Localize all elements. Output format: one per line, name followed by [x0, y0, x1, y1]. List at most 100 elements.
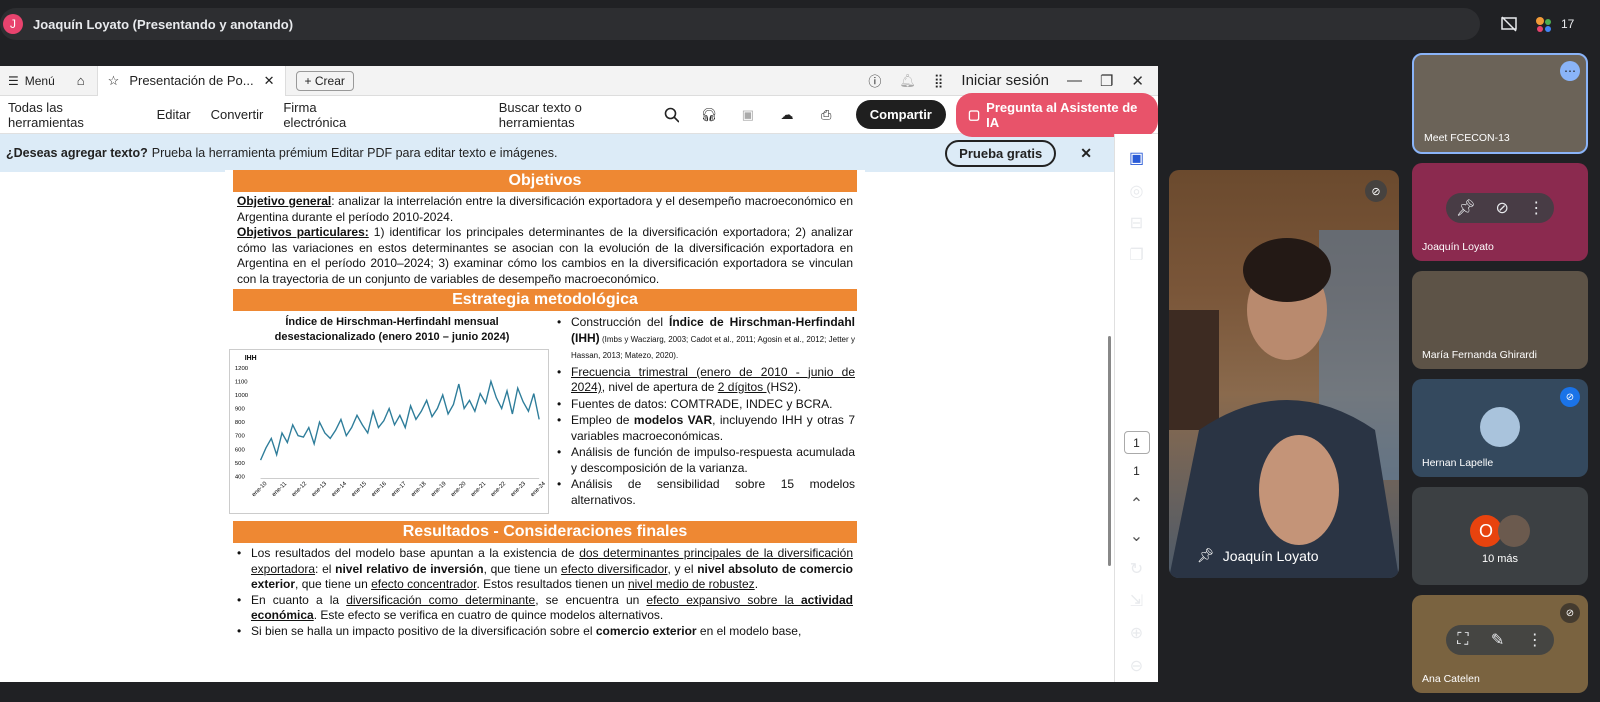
avatar — [1498, 515, 1530, 547]
x-tick-label: ene-21 — [470, 481, 487, 498]
presenter-banner-text: Joaquín Loyato (Presentando y anotando) — [33, 16, 294, 32]
more-options-icon[interactable]: ⋮ — [1528, 198, 1544, 218]
page-up-icon[interactable]: ⌃ — [1126, 494, 1148, 514]
ai-assistant-button[interactable]: ▢ Pregunta al Asistente de IA — [955, 92, 1158, 137]
restore-icon[interactable]: ❐ — [1100, 72, 1113, 90]
pin-icon: 📌︎ — [1197, 547, 1215, 563]
ihh-series-line — [259, 378, 540, 461]
refresh-icon[interactable]: ↻ — [1126, 559, 1148, 579]
x-tick-label: ene-13 — [311, 480, 329, 498]
zoom-in-icon[interactable]: ⊕ — [1126, 623, 1148, 643]
try-free-button[interactable]: Prueba gratis — [945, 139, 1057, 167]
ai-chat-icon: ▢ — [967, 106, 981, 122]
general-objective-label: Objetivo general — [237, 194, 332, 208]
toolbar-sign[interactable]: Firma electrónica — [283, 100, 378, 130]
upload-cloud-icon[interactable]: ☁ — [777, 105, 796, 125]
close-window-icon[interactable]: ✕ — [1131, 72, 1144, 90]
x-tick-label: ene-19 — [430, 481, 447, 498]
ihh-line-chart: IHH120011001000900800700600500400ene-10 e… — [229, 349, 549, 514]
ai-summary-icon[interactable]: ▣ — [1126, 148, 1148, 168]
methodology-header: Estrategia metodológica — [233, 289, 857, 311]
participant-tile-meet[interactable]: ⋯ Meet FCECON-13 — [1412, 53, 1588, 154]
present-off-icon[interactable] — [1497, 12, 1521, 36]
comment-icon[interactable]: ◎ — [1126, 180, 1148, 200]
right-tool-rail: ▣ ◎ ⊟ ❐ 1 1 ⌃ ⌄ ↻ ⇲ ⊕ ⊖ — [1114, 134, 1158, 682]
search-label: Buscar texto o herramientas — [498, 99, 582, 130]
document-tab[interactable]: ☆ Presentación de Po... ✕ — [96, 66, 286, 96]
save-icon[interactable]: ▣ — [738, 105, 757, 125]
x-tick-label: ene-15 — [351, 480, 369, 498]
more-participants-label: 10 más — [1481, 553, 1519, 565]
x-tick-label: ene-17 — [391, 481, 408, 498]
page-number-input[interactable]: 1 — [1123, 431, 1150, 454]
minimize-icon[interactable]: — — [1067, 72, 1082, 89]
bookmark-icon[interactable]: ⊟ — [1126, 213, 1148, 233]
x-tick-label: ene-14 — [331, 480, 349, 498]
star-icon[interactable]: ☆ — [108, 73, 120, 89]
tile-controls: ⛶ ✎ ⋮ — [1446, 625, 1554, 655]
participant-tile-joaquin[interactable]: 📌︎ ⊘ ⋮ Joaquín Loyato — [1412, 163, 1588, 261]
y-tick-label: 1000 — [235, 393, 249, 399]
frame-icon[interactable]: ⛶ — [1457, 631, 1468, 649]
result-item-3: Si bien se halla un impacto positivo de … — [237, 624, 853, 640]
x-tick-label: ene-24 — [530, 480, 548, 498]
participant-tile-more[interactable]: O 10 más — [1412, 487, 1588, 585]
scrollbar[interactable] — [1108, 336, 1111, 566]
more-options-icon[interactable]: ⋯ — [1560, 61, 1580, 81]
pin-icon[interactable]: 📌︎ — [1456, 198, 1476, 218]
toolbar-convert[interactable]: Convertir — [211, 107, 264, 122]
objectives-header: Objetivos — [233, 170, 857, 192]
banner-text: Prueba la herramienta prémium Editar PDF… — [151, 146, 558, 160]
bell-icon[interactable]: 🔔︎ — [899, 73, 916, 89]
fit-page-icon[interactable]: ⇲ — [1126, 591, 1148, 611]
participant-tile-hernan[interactable]: ⊘ Hernan Lapelle — [1412, 379, 1588, 477]
mic-off-icon[interactable]: ⊘ — [1495, 198, 1508, 218]
x-tick-label: ene-22 — [490, 481, 507, 498]
share-button[interactable]: Compartir — [855, 100, 946, 129]
toolbar-edit[interactable]: Editar — [157, 107, 191, 122]
search-tools[interactable]: Buscar texto o herramientas — [498, 99, 680, 130]
participant-tile-ana[interactable]: ⊘ ⛶ ✎ ⋮ Ana Catelen — [1412, 595, 1588, 693]
participant-name: Ana Catelen — [1422, 673, 1480, 685]
print-icon[interactable]: ⎙ — [817, 105, 836, 125]
close-banner-icon[interactable]: ✕ — [1080, 145, 1092, 162]
toolbar-all-tools[interactable]: Todas las herramientas — [8, 100, 137, 130]
participants-button[interactable]: 17 — [1533, 15, 1574, 33]
zoom-out-icon[interactable]: ⊖ — [1126, 656, 1148, 676]
method-item-5: Análisis de función de impulso-respuesta… — [555, 445, 855, 476]
x-tick-label: ene-11 — [271, 481, 288, 498]
headphones-icon[interactable]: 🎧︎ — [699, 105, 718, 125]
participant-name: Meet FCECON-13 — [1424, 132, 1510, 144]
main-speaker-video[interactable]: ⊘ 📌︎ Joaquín Loyato — [1169, 170, 1399, 578]
promo-banner: ¿Deseas agregar texto? Prueba la herrami… — [0, 134, 1158, 172]
particular-objectives-label: Objetivos particulares: — [237, 225, 369, 239]
close-tab-icon[interactable]: ✕ — [264, 73, 275, 89]
participant-name: Joaquín Loyato — [1422, 241, 1494, 253]
pdf-reader-window: ☰ Menú ⌂ ☆ Presentación de Po... ✕ + Cre… — [0, 66, 1158, 682]
page-down-icon[interactable]: ⌄ — [1126, 526, 1148, 546]
method-item-2: Frecuencia trimestral (enero de 2010 - j… — [555, 365, 855, 396]
search-icon — [664, 107, 680, 123]
menu-button[interactable]: ☰ Menú — [8, 74, 55, 88]
login-link[interactable]: Iniciar sesión — [961, 72, 1049, 89]
mic-off-icon: ⊘ — [1365, 180, 1387, 202]
more-options-icon[interactable]: ⋮ — [1527, 630, 1543, 650]
create-button[interactable]: + Crear — [295, 70, 354, 91]
mic-off-icon: ⊘ — [1560, 603, 1580, 623]
x-tick-label: ene-10 — [251, 480, 269, 498]
y-tick-label: 800 — [235, 420, 246, 426]
x-tick-label: ene-20 — [450, 480, 468, 498]
method-item-1: Construcción del Índice de Hirschman-Her… — [555, 315, 855, 364]
apps-grid-icon[interactable]: ⣿ — [934, 73, 944, 89]
y-tick-label: 500 — [235, 461, 246, 467]
y-tick-label: 1200 — [235, 366, 249, 372]
home-icon[interactable]: ⌂ — [77, 73, 85, 88]
pages-icon[interactable]: ❐ — [1126, 245, 1148, 265]
edit-icon[interactable]: ✎ — [1491, 630, 1504, 650]
participant-name: Hernan Lapelle — [1422, 457, 1494, 469]
page-total: 1 — [1133, 463, 1140, 478]
y-tick-label: 900 — [235, 407, 246, 413]
participant-tile-maria[interactable]: María Fernanda Ghirardi — [1412, 271, 1588, 369]
results-header: Resultados - Consideraciones finales — [233, 521, 857, 543]
help-icon[interactable]: ⓘ — [868, 71, 881, 90]
